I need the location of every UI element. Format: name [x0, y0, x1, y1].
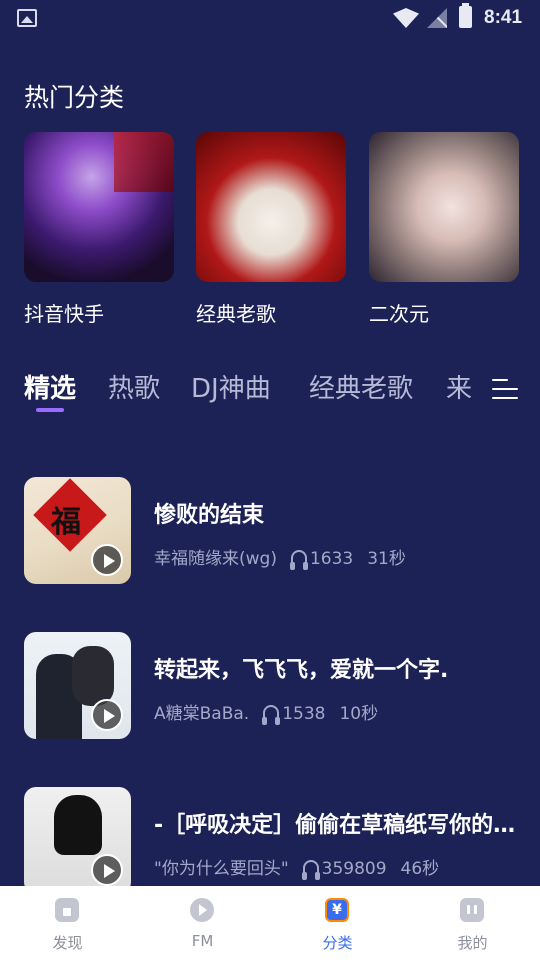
fm-play-icon [190, 898, 214, 922]
no-signal-icon [427, 8, 447, 28]
category-label: 经典老歌 [196, 302, 276, 326]
section-title: 热门分类 [24, 83, 125, 112]
tab-featured[interactable]: 精选 [24, 368, 76, 405]
battery-charging-icon [459, 3, 472, 28]
nav-category[interactable]: ¥ 分类 [270, 886, 405, 960]
song-artist: A糖棠BaBa. [154, 704, 250, 724]
category-image [196, 132, 346, 282]
song-item[interactable]: -［呼吸决定］偷偷在草稿纸写你的名字- "你为什么要回头" 359809 46秒 [0, 787, 540, 895]
tab-hot-songs[interactable]: 热歌 [108, 368, 160, 405]
song-cover: 福 [24, 477, 131, 584]
category-card[interactable]: 抖音快手 [24, 132, 174, 327]
category-label: 抖音快手 [24, 302, 104, 326]
song-cover [24, 787, 131, 894]
bottom-nav: 发现 FM ¥ 分类 我的 [0, 886, 540, 960]
discover-icon [55, 898, 79, 922]
category-icon: ¥ [325, 898, 349, 922]
nav-fm[interactable]: FM [135, 886, 270, 960]
category-image [369, 132, 519, 282]
menu-icon[interactable] [492, 376, 518, 402]
headphones-icon [289, 550, 308, 570]
song-plays: 1538 [282, 704, 326, 724]
song-title: 惨败的结束 [154, 503, 265, 528]
tab-bar: 精选 热歌 DJ神曲 经典老歌 来 [0, 368, 540, 408]
nav-label: 我的 [457, 934, 488, 952]
tab-dj[interactable]: DJ神曲 [191, 368, 271, 405]
status-time: 8:41 [484, 7, 523, 28]
wifi-icon [393, 8, 419, 28]
song-meta: A糖棠BaBa. 1538 10秒 [154, 699, 392, 725]
song-artist: 幸福随缘来(wg) [154, 549, 277, 569]
nav-label: 发现 [52, 934, 83, 952]
nav-label: FM [191, 932, 214, 950]
tab-partial[interactable]: 来 [446, 368, 472, 405]
song-title: -［呼吸决定］偷偷在草稿纸写你的名字- [154, 813, 524, 838]
song-item[interactable]: 福 惨败的结束 幸福随缘来(wg) 1633 31秒 [0, 477, 540, 585]
nav-label: 分类 [322, 934, 353, 952]
song-meta: 幸福随缘来(wg) 1633 31秒 [154, 544, 420, 570]
play-icon[interactable] [91, 544, 123, 576]
profile-icon [460, 898, 484, 922]
song-plays: 1633 [309, 549, 354, 569]
headphones-icon [301, 860, 320, 880]
tab-indicator [36, 408, 64, 412]
song-plays: 359809 [321, 859, 387, 879]
song-title: 转起来，飞飞飞，爱就一个字. [154, 658, 449, 683]
song-cover [24, 632, 131, 739]
headphones-icon [262, 705, 281, 725]
play-icon[interactable] [91, 699, 123, 731]
song-duration: 10秒 [339, 704, 379, 724]
tab-classic[interactable]: 经典老歌 [309, 368, 413, 405]
song-duration: 31秒 [367, 549, 406, 569]
song-meta: "你为什么要回头" 359809 46秒 [154, 854, 453, 880]
nav-profile[interactable]: 我的 [405, 886, 540, 960]
song-artist: "你为什么要回头" [154, 859, 289, 879]
category-label: 二次元 [369, 302, 429, 326]
category-card[interactable]: 经典老歌 [196, 132, 346, 327]
play-icon[interactable] [91, 854, 123, 886]
song-duration: 46秒 [400, 859, 440, 879]
category-image [24, 132, 174, 282]
image-notification-icon [17, 9, 37, 27]
song-item[interactable]: 转起来，飞飞飞，爱就一个字. A糖棠BaBa. 1538 10秒 [0, 632, 540, 740]
nav-discover[interactable]: 发现 [0, 886, 135, 960]
fu-character: 福 [51, 505, 81, 540]
status-bar: 8:41 [0, 0, 540, 36]
category-card[interactable]: 二次元 [369, 132, 519, 327]
